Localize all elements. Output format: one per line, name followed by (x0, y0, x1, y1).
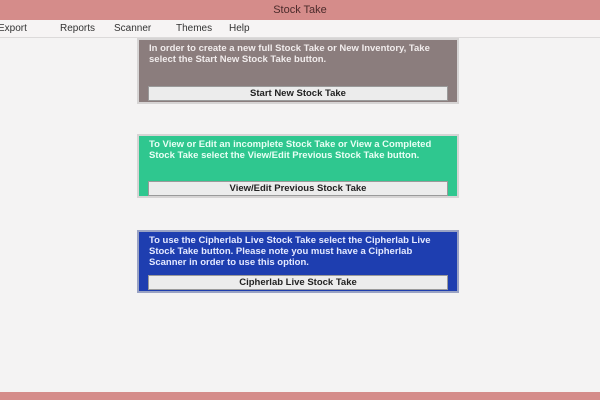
menu-item-themes[interactable]: Themes (176, 20, 212, 37)
view-edit-previous-stock-take-button[interactable]: View/Edit Previous Stock Take (148, 181, 448, 196)
new-stock-take-panel: In order to create a new full Stock Take… (137, 38, 459, 104)
edit-stock-take-panel: To View or Edit an incomplete Stock Take… (137, 134, 459, 198)
start-new-stock-take-button[interactable]: Start New Stock Take (148, 86, 448, 101)
new-stock-take-message: In order to create a new full Stock Take… (149, 43, 430, 65)
edit-stock-take-message: To View or Edit an incomplete Stock Take… (149, 139, 432, 161)
menu-bar: Export Reports Scanner Themes Help (0, 20, 600, 38)
window-title: Stock Take (273, 4, 327, 16)
cipherlab-live-stock-take-button[interactable]: Cipherlab Live Stock Take (148, 275, 448, 290)
cipherlab-panel: To use the Cipherlab Live Stock Take sel… (137, 230, 459, 293)
menu-item-reports[interactable]: Reports (60, 20, 95, 37)
window-bottom-border (0, 392, 600, 400)
cipherlab-message: To use the Cipherlab Live Stock Take sel… (149, 235, 431, 268)
menu-item-help[interactable]: Help (229, 20, 250, 37)
menu-item-scanner[interactable]: Scanner (114, 20, 151, 37)
menu-item-export[interactable]: Export (0, 20, 27, 37)
window-title-bar: Stock Take (0, 0, 600, 20)
